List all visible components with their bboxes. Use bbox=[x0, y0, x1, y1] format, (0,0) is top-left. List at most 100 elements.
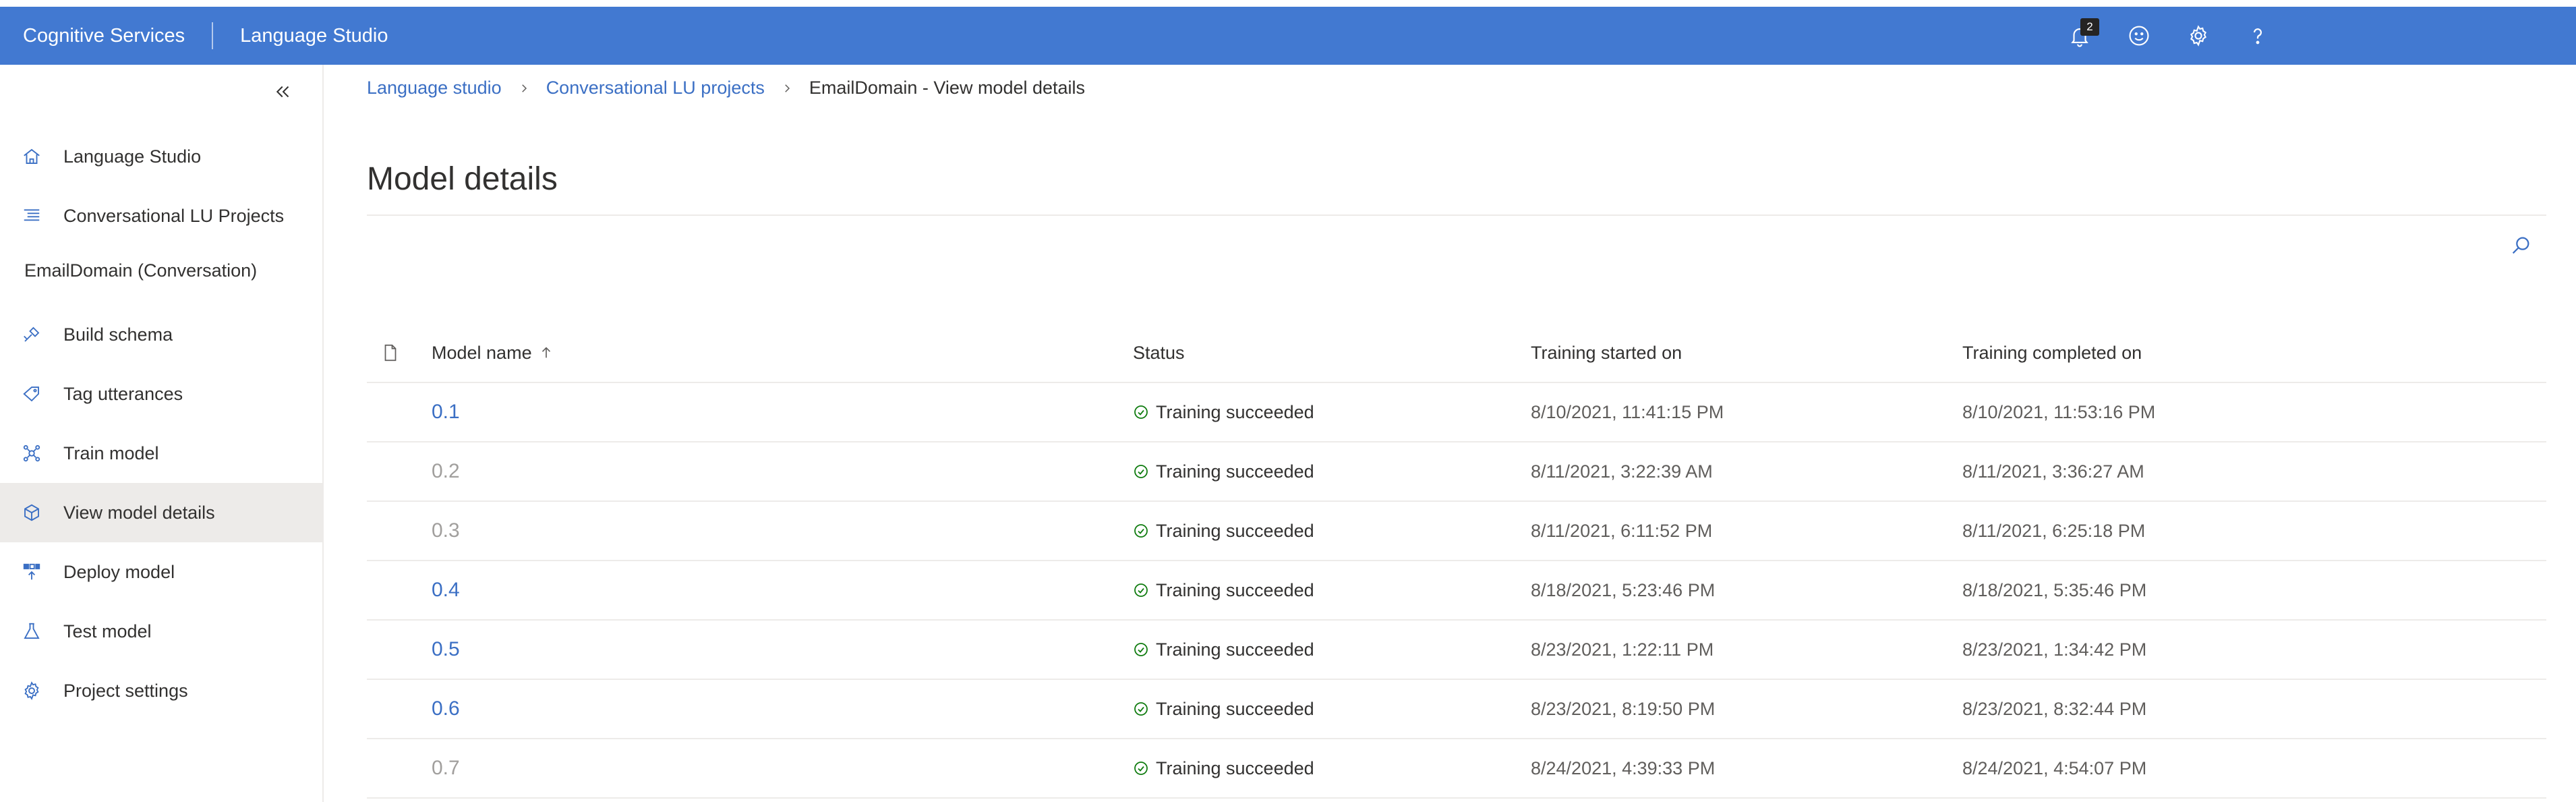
chevron-right-icon bbox=[518, 82, 530, 94]
sidebar-item-label: Deploy model bbox=[63, 561, 175, 582]
check-circle-icon bbox=[1134, 762, 1148, 775]
training-started-cell: 8/23/2021, 1:22:11 PM bbox=[1531, 639, 1714, 660]
model-name-link[interactable]: 0.3 bbox=[432, 519, 460, 542]
help-icon bbox=[2253, 28, 2262, 45]
sidebar-item-label: Language Studio bbox=[63, 146, 202, 167]
model-name-link[interactable]: 0.7 bbox=[432, 757, 460, 780]
feedback-button[interactable] bbox=[2124, 21, 2154, 51]
file-type-header[interactable] bbox=[380, 324, 401, 382]
training-completed-cell: 8/10/2021, 11:53:16 PM bbox=[1962, 401, 2156, 422]
double-chevron-left-icon bbox=[276, 86, 289, 98]
status-text: Training succeeded bbox=[1156, 757, 1314, 778]
sidebar-item-label: Conversational LU Projects bbox=[63, 205, 285, 226]
sidebar-item-label: Build schema bbox=[63, 324, 173, 345]
sidebar-item-tag-utterances[interactable]: Tag utterances bbox=[0, 364, 322, 424]
model-name-link[interactable]: 0.4 bbox=[432, 579, 460, 602]
gear-icon bbox=[2190, 25, 2206, 47]
check-circle-icon bbox=[1134, 702, 1148, 716]
status-text: Training succeeded bbox=[1156, 520, 1314, 541]
status-cell: Training succeeded bbox=[1133, 580, 1314, 601]
project-section-title: EmailDomain (Conversation) bbox=[24, 260, 258, 281]
status-cell: Training succeeded bbox=[1133, 521, 1314, 542]
sidebar-item-view-model-details[interactable]: View model details bbox=[0, 483, 322, 542]
column-header-label: Model name bbox=[432, 342, 532, 363]
document-icon bbox=[384, 344, 397, 362]
status-cell: Training succeeded bbox=[1133, 758, 1314, 779]
column-header-status[interactable]: Status bbox=[1133, 324, 1185, 382]
model-name-link[interactable]: 0.2 bbox=[432, 460, 460, 483]
table-row[interactable]: 0.4 Training succeeded 8/18/2021, 5:23:4… bbox=[367, 561, 2546, 621]
check-circle-icon bbox=[1134, 643, 1148, 656]
brand-name[interactable]: Cognitive Services bbox=[23, 25, 185, 47]
gear-icon bbox=[20, 679, 43, 702]
notifications-button[interactable]: 2 bbox=[2065, 18, 2099, 51]
title-divider bbox=[367, 214, 2546, 216]
sidebar-item-train-model[interactable]: Train model bbox=[0, 424, 322, 483]
breadcrumb-current: EmailDomain - View model details bbox=[809, 78, 1086, 98]
model-name-link[interactable]: 0.5 bbox=[432, 638, 460, 661]
sidebar-item-project-settings[interactable]: Project settings bbox=[0, 661, 322, 720]
sidebar-item-label: Train model bbox=[63, 442, 159, 463]
check-circle-icon bbox=[1134, 524, 1148, 538]
training-completed-cell: 8/11/2021, 6:25:18 PM bbox=[1962, 520, 2146, 541]
product-name[interactable]: Language Studio bbox=[240, 25, 388, 47]
collapse-sidebar-button[interactable] bbox=[270, 78, 297, 105]
table-header: Model name Status Training started on Tr… bbox=[367, 324, 2546, 383]
smiley-icon bbox=[2129, 26, 2149, 46]
sidebar-item-label: Tag utterances bbox=[63, 383, 183, 404]
table-row[interactable]: 0.3 Training succeeded 8/11/2021, 6:11:5… bbox=[367, 502, 2546, 561]
training-started-cell: 8/18/2021, 5:23:46 PM bbox=[1531, 579, 1716, 600]
training-completed-cell: 8/11/2021, 3:36:27 AM bbox=[1962, 461, 2144, 482]
flask-icon bbox=[20, 620, 43, 643]
settings-button[interactable] bbox=[2184, 21, 2213, 51]
breadcrumb-language-studio[interactable]: Language studio bbox=[367, 78, 502, 98]
table-row[interactable]: 0.2 Training succeeded 8/11/2021, 3:22:3… bbox=[367, 442, 2546, 502]
table-row[interactable]: 0.7 Training succeeded 8/24/2021, 4:39:3… bbox=[367, 739, 2546, 799]
notification-count-badge: 2 bbox=[2080, 18, 2099, 36]
arrow-up-icon bbox=[541, 347, 550, 358]
model-name-link[interactable]: 0.1 bbox=[432, 401, 460, 424]
table-row[interactable]: 0.5 Training succeeded 8/23/2021, 1:22:1… bbox=[367, 621, 2546, 680]
check-circle-icon bbox=[1134, 405, 1148, 419]
breadcrumb: Language studio Conversational LU projec… bbox=[367, 78, 1085, 98]
model-name-link[interactable]: 0.6 bbox=[432, 697, 460, 720]
brand-separator bbox=[212, 22, 214, 49]
list-icon bbox=[20, 204, 43, 227]
deploy-icon bbox=[20, 561, 43, 583]
training-started-cell: 8/11/2021, 3:22:39 AM bbox=[1531, 461, 1713, 482]
sidebar: Language Studio Conversational LU Projec… bbox=[0, 65, 324, 802]
home-icon bbox=[20, 145, 43, 168]
sidebar-item-language-studio[interactable]: Language Studio bbox=[0, 127, 322, 186]
training-started-cell: 8/10/2021, 11:41:15 PM bbox=[1531, 401, 1724, 422]
breadcrumb-conversational-lu-projects[interactable]: Conversational LU projects bbox=[546, 78, 765, 98]
build-icon bbox=[20, 323, 43, 346]
column-header-training-started[interactable]: Training started on bbox=[1531, 324, 1682, 382]
sidebar-item-label: View model details bbox=[63, 502, 215, 523]
check-circle-icon bbox=[1134, 465, 1148, 478]
page-title: Model details bbox=[367, 161, 558, 197]
status-text: Training succeeded bbox=[1156, 579, 1314, 600]
training-completed-cell: 8/18/2021, 5:35:46 PM bbox=[1962, 579, 2147, 600]
training-started-cell: 8/23/2021, 8:19:50 PM bbox=[1531, 698, 1716, 719]
sidebar-item-test-model[interactable]: Test model bbox=[0, 602, 322, 661]
sidebar-item-label: Project settings bbox=[63, 680, 188, 701]
table-row[interactable]: 0.1 Training succeeded 8/10/2021, 11:41:… bbox=[367, 383, 2546, 442]
sidebar-item-build-schema[interactable]: Build schema bbox=[0, 305, 322, 364]
status-text: Training succeeded bbox=[1156, 401, 1314, 422]
table-row[interactable]: 0.6 Training succeeded 8/23/2021, 8:19:5… bbox=[367, 680, 2546, 739]
sidebar-item-deploy-model[interactable]: Deploy model bbox=[0, 542, 322, 602]
column-header-training-completed[interactable]: Training completed on bbox=[1962, 324, 2142, 382]
help-button[interactable] bbox=[2243, 21, 2273, 51]
status-text: Training succeeded bbox=[1156, 461, 1314, 482]
column-header-model-name[interactable]: Model name bbox=[432, 324, 554, 382]
status-cell: Training succeeded bbox=[1133, 461, 1314, 482]
training-started-cell: 8/11/2021, 6:11:52 PM bbox=[1531, 520, 1713, 541]
train-icon bbox=[20, 442, 43, 465]
search-icon bbox=[2512, 237, 2529, 254]
check-circle-icon bbox=[1134, 583, 1148, 597]
status-text: Training succeeded bbox=[1156, 639, 1314, 660]
top-strip bbox=[0, 0, 2576, 7]
sidebar-item-conversational-lu-projects[interactable]: Conversational LU Projects bbox=[0, 186, 322, 246]
top-bar: Cognitive Services Language Studio 2 bbox=[0, 7, 2576, 65]
search-button[interactable] bbox=[2506, 231, 2536, 260]
